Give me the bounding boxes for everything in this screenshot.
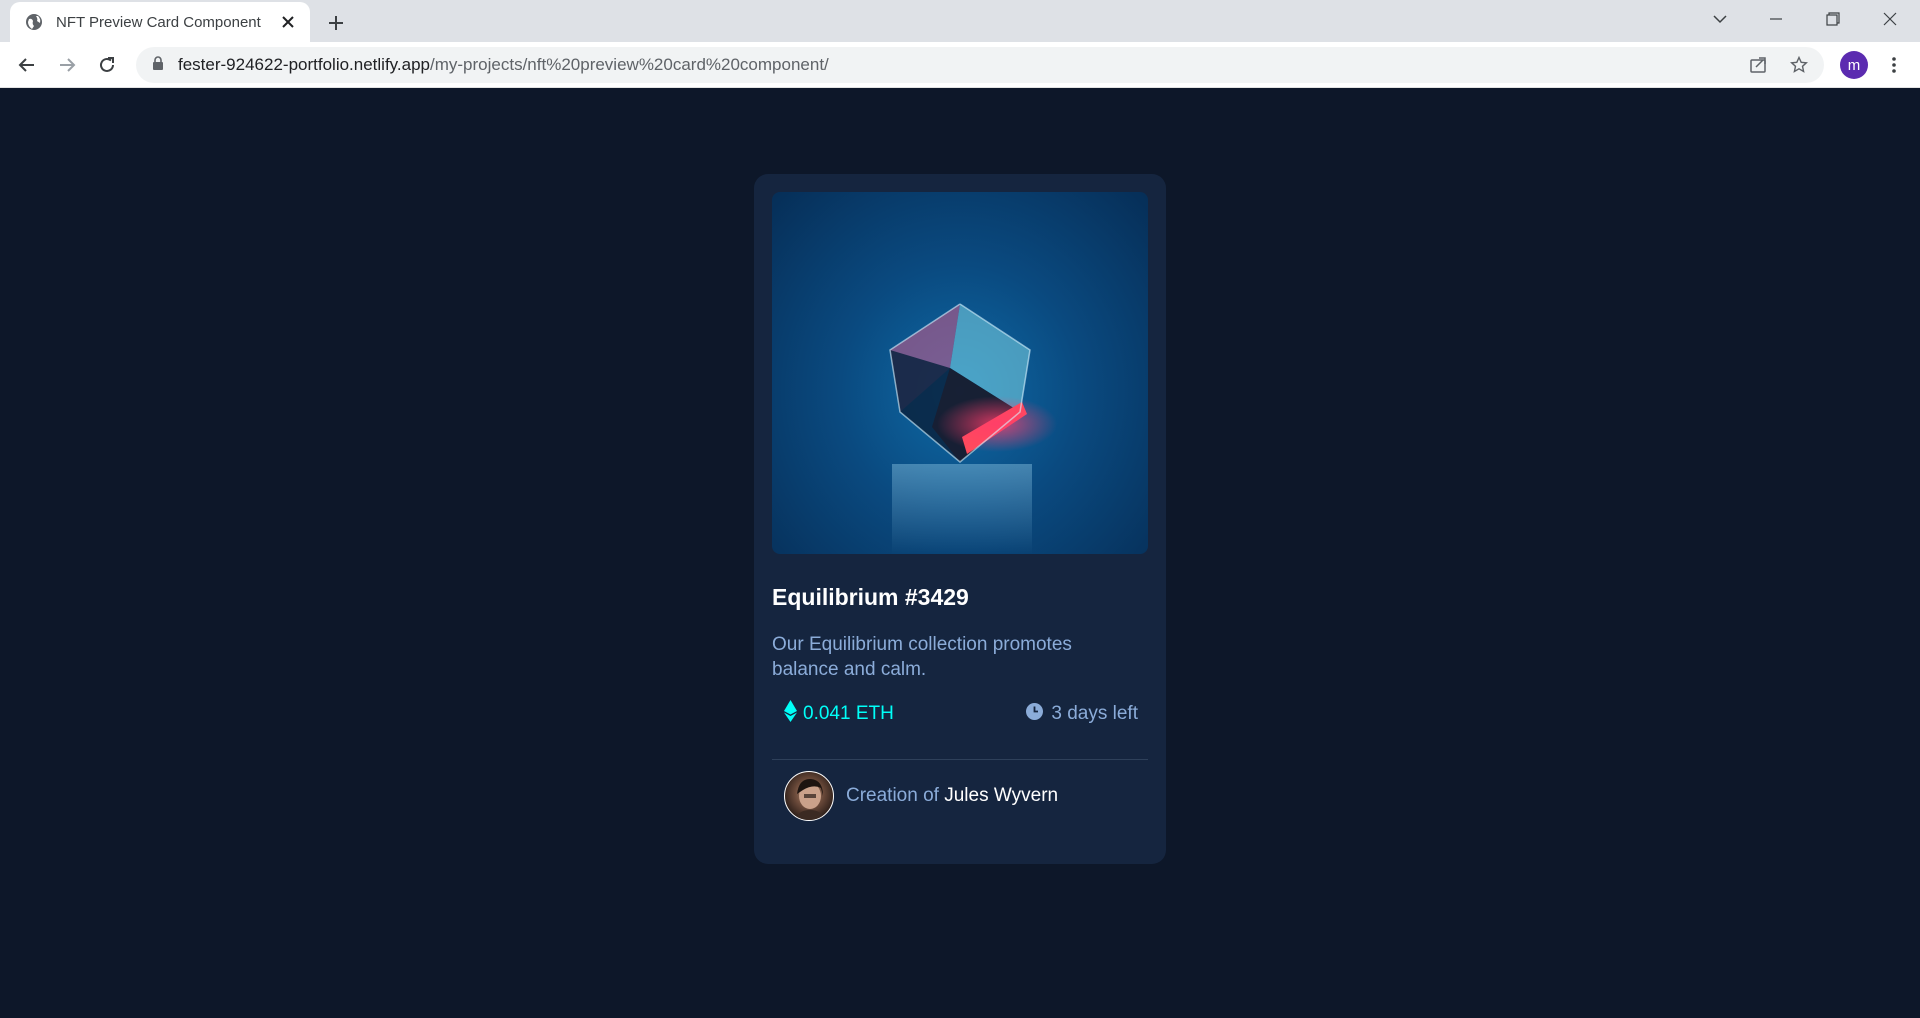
url-text: fester-924622-portfolio.netlify.app/my-p… <box>178 55 829 75</box>
divider <box>772 759 1148 760</box>
back-arrow-icon[interactable] <box>11 49 43 81</box>
forward-arrow-icon[interactable] <box>51 49 83 81</box>
page-viewport: Equilibrium #3429 Our Equilibrium collec… <box>0 88 1920 1018</box>
nft-title[interactable]: Equilibrium #3429 <box>772 584 969 611</box>
new-tab-button[interactable] <box>322 9 350 37</box>
time-left: 3 days left <box>1026 702 1138 726</box>
close-window-icon[interactable] <box>1862 0 1918 38</box>
price-row: 0.041 ETH 3 days left <box>784 700 1138 728</box>
tab-search-icon[interactable] <box>1692 0 1748 38</box>
more-menu-icon[interactable] <box>1878 49 1910 81</box>
price: 0.041 ETH <box>784 700 894 728</box>
share-icon[interactable] <box>1746 53 1770 77</box>
creator: Creation of Jules Wyvern <box>784 770 1058 822</box>
tab-title: NFT Preview Card Component <box>56 13 261 31</box>
restore-icon[interactable] <box>1805 0 1861 38</box>
creator-avatar <box>784 771 834 821</box>
reload-icon[interactable] <box>91 49 123 81</box>
globe-icon <box>24 12 44 32</box>
clock-icon <box>1026 702 1044 726</box>
browser-toolbar: fester-924622-portfolio.netlify.app/my-p… <box>0 42 1920 88</box>
creator-name[interactable]: Jules Wyvern <box>944 785 1058 806</box>
time-left-value: 3 days left <box>1051 703 1138 724</box>
profile-avatar[interactable]: m <box>1840 51 1868 79</box>
browser-tab-bar: NFT Preview Card Component <box>0 0 1920 42</box>
lock-icon[interactable] <box>152 55 164 75</box>
url-path: /my-projects/nft%20preview%20card%20comp… <box>430 55 829 74</box>
url-host: fester-924622-portfolio.netlify.app <box>178 55 431 74</box>
creator-prefix: Creation of <box>846 785 939 806</box>
nft-description: Our Equilibrium collection promotes bala… <box>772 634 1072 680</box>
nft-card: Equilibrium #3429 Our Equilibrium collec… <box>754 174 1166 864</box>
bookmark-star-icon[interactable] <box>1787 53 1811 77</box>
address-bar[interactable]: fester-924622-portfolio.netlify.app/my-p… <box>136 47 1824 83</box>
price-value: 0.041 ETH <box>803 703 894 724</box>
ethereum-icon <box>784 700 797 728</box>
browser-tab[interactable]: NFT Preview Card Component <box>10 2 310 42</box>
creator-text: Creation of Jules Wyvern <box>846 785 1058 807</box>
minimize-icon[interactable] <box>1748 0 1804 38</box>
close-icon[interactable] <box>278 12 298 32</box>
nft-image[interactable] <box>772 192 1148 554</box>
